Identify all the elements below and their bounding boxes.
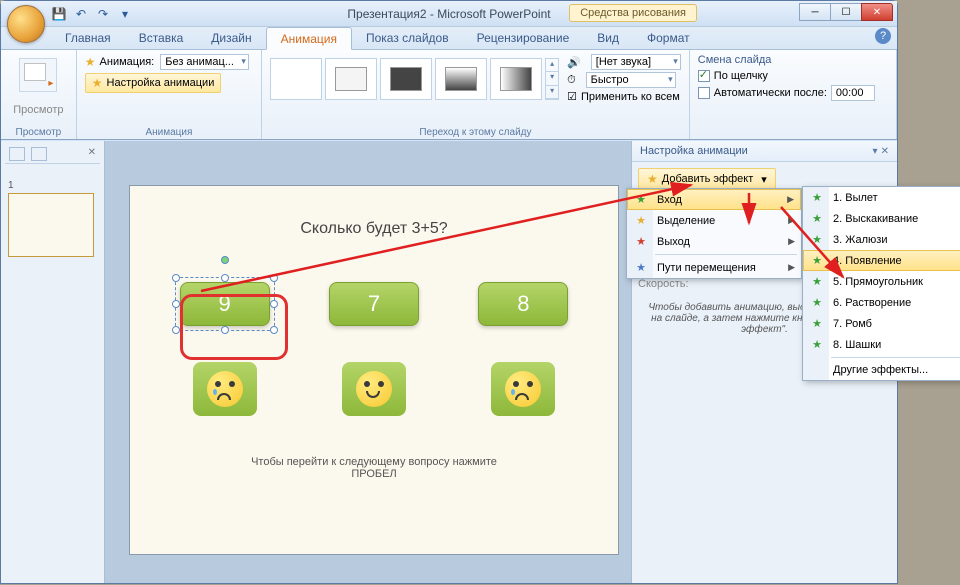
- apply-to-all-button[interactable]: ☑Применить ко всем: [567, 90, 681, 103]
- star-icon: ★: [809, 212, 825, 225]
- star-icon: ★: [809, 296, 825, 309]
- tab-вид[interactable]: Вид: [583, 27, 633, 49]
- menu-Выход[interactable]: ★Выход▶: [627, 231, 801, 252]
- auto-after-checkbox[interactable]: [698, 87, 710, 99]
- slide-thumbnail-1[interactable]: 1: [5, 172, 100, 260]
- star-icon: ★: [809, 275, 825, 288]
- effect-Появление[interactable]: ★4. Появление: [803, 250, 960, 271]
- group-label-preview: Просмотр: [16, 126, 62, 139]
- undo-icon[interactable]: ↶: [73, 6, 89, 22]
- smiley-shape[interactable]: [342, 362, 406, 416]
- smiley-shape[interactable]: [193, 362, 257, 416]
- auto-after-label: Автоматически после:: [714, 87, 827, 99]
- tab-главная[interactable]: Главная: [51, 27, 125, 49]
- effect-Шашки[interactable]: ★8. Шашки: [803, 334, 960, 355]
- redo-icon[interactable]: ↷: [95, 6, 111, 22]
- save-icon[interactable]: 💾: [51, 6, 67, 22]
- auto-after-input[interactable]: 00:00: [831, 85, 875, 101]
- maximize-button[interactable]: ☐: [830, 3, 862, 21]
- ribbon-tabs: ГлавнаяВставкаДизайнАнимацияПоказ слайдо…: [1, 27, 897, 50]
- answer-button-7[interactable]: 7: [329, 282, 419, 326]
- preview-label: Просмотр: [13, 104, 63, 116]
- menu-Вход[interactable]: ★Вход▶: [627, 189, 801, 210]
- transition-none[interactable]: [270, 58, 322, 100]
- transition-item[interactable]: [380, 58, 432, 100]
- answer-button-8[interactable]: 8: [478, 282, 568, 326]
- star-icon: ★: [85, 55, 96, 69]
- star-icon: ★: [809, 254, 825, 267]
- star-icon: ★: [633, 193, 649, 206]
- panel-close-icon[interactable]: ✕: [88, 147, 96, 161]
- effect-Выскакивание[interactable]: ★2. Выскакивание: [803, 208, 960, 229]
- star-icon: ★: [809, 191, 825, 204]
- taskpane-close-icon[interactable]: ✕: [881, 146, 889, 157]
- close-button[interactable]: ✕: [861, 3, 893, 21]
- star-icon: ★: [633, 235, 649, 248]
- on-click-label: По щелчку: [714, 70, 768, 82]
- slide-hint-2: ПРОБЕЛ: [150, 468, 598, 480]
- slides-tab-icon[interactable]: [9, 147, 25, 161]
- custom-animation-button[interactable]: ★Настройка анимации: [85, 73, 222, 93]
- add-effect-menu: ★Вход▶★Выделение▶★Выход▶ ★Пути перемещени…: [626, 188, 802, 279]
- tab-формат[interactable]: Формат: [633, 27, 704, 49]
- tab-показ слайдов[interactable]: Показ слайдов: [352, 27, 463, 49]
- star-icon: ★: [633, 261, 649, 274]
- contextual-tab-label: Средства рисования: [569, 4, 697, 22]
- answer-button-9[interactable]: 9: [180, 282, 270, 326]
- taskpane-menu-icon[interactable]: ▾: [873, 146, 878, 157]
- transition-item[interactable]: [325, 58, 377, 100]
- effect-Вылет[interactable]: ★1. Вылет: [803, 187, 960, 208]
- sound-icon: 🔊: [567, 56, 581, 69]
- minimize-button[interactable]: ─: [799, 3, 831, 21]
- taskpane-title: Настройка анимации: [640, 145, 748, 157]
- outline-tab-icon[interactable]: [31, 147, 47, 161]
- on-click-checkbox[interactable]: [698, 70, 710, 82]
- animate-label: Анимация:: [100, 56, 155, 68]
- group-label-animation: Анимация: [85, 126, 253, 139]
- slide-canvas[interactable]: Сколько будет 3+5? 9 7 8: [129, 185, 619, 555]
- transition-gallery[interactable]: ▴▾▾: [270, 54, 559, 104]
- window-title: Презентация2 - Microsoft PowerPoint: [347, 7, 550, 21]
- more-effects[interactable]: Другие эффекты...: [803, 360, 960, 380]
- transition-speed-dropdown[interactable]: Быстро: [586, 72, 676, 88]
- preview-animation-button[interactable]: [19, 58, 57, 92]
- effect-Прямоугольник[interactable]: ★5. Прямоугольник: [803, 271, 960, 292]
- tab-дизайн[interactable]: Дизайн: [197, 27, 265, 49]
- animate-dropdown[interactable]: Без анимац...: [160, 54, 249, 70]
- menu-Выделение[interactable]: ★Выделение▶: [627, 210, 801, 231]
- transition-item[interactable]: [490, 58, 542, 100]
- group-label-transition: Переход к этому слайду: [270, 126, 681, 139]
- effect-Жалюзи[interactable]: ★3. Жалюзи: [803, 229, 960, 250]
- effect-Ромб[interactable]: ★7. Ромб: [803, 313, 960, 334]
- help-icon[interactable]: ?: [875, 28, 891, 44]
- effect-Растворение[interactable]: ★6. Растворение: [803, 292, 960, 313]
- star-icon: ★: [809, 233, 825, 246]
- slide-question-text: Сколько будет 3+5?: [150, 220, 598, 238]
- add-effect-button[interactable]: ★Добавить эффект▾: [638, 168, 776, 190]
- tab-вставка[interactable]: Вставка: [125, 27, 198, 49]
- office-button[interactable]: [7, 5, 45, 43]
- star-icon: ★: [633, 214, 649, 227]
- star-icon: ★: [809, 317, 825, 330]
- transition-scroll[interactable]: ▴▾▾: [545, 58, 559, 100]
- tab-анимация[interactable]: Анимация: [266, 27, 352, 50]
- menu-Пути перемещения[interactable]: ★Пути перемещения▶: [627, 257, 801, 278]
- entrance-effects-flyout: ★1. Вылет★2. Выскакивание★3. Жалюзи★4. П…: [802, 186, 960, 381]
- tab-рецензирование[interactable]: Рецензирование: [463, 27, 584, 49]
- transition-item[interactable]: [435, 58, 487, 100]
- star-icon: ★: [809, 338, 825, 351]
- slide-hint-1: Чтобы перейти к следующему вопросу нажми…: [150, 456, 598, 468]
- speed-icon: ⏱: [567, 74, 576, 87]
- transition-sound-dropdown[interactable]: [Нет звука]: [591, 54, 681, 70]
- smiley-shape[interactable]: [491, 362, 555, 416]
- qat-more-icon[interactable]: ▾: [117, 6, 133, 22]
- advance-slide-title: Смена слайда: [698, 54, 888, 66]
